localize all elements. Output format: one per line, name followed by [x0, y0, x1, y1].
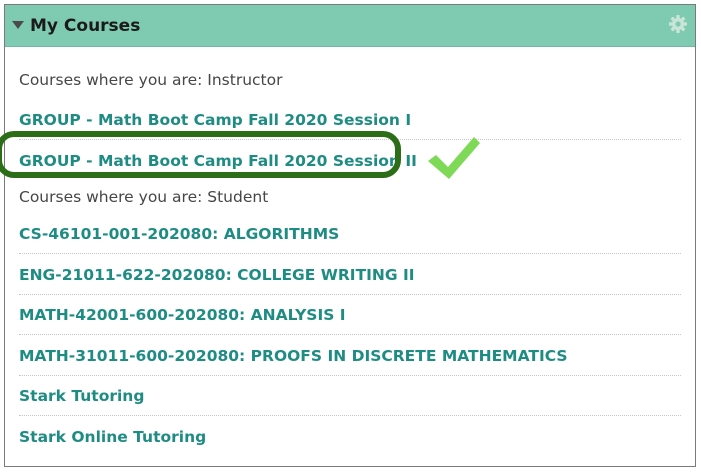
course-link[interactable]: Stark Online Tutoring — [19, 428, 206, 446]
gear-icon[interactable] — [668, 14, 688, 34]
course-link[interactable]: ENG-21011-622-202080: COLLEGE WRITING II — [19, 266, 415, 284]
student-section-label: Courses where you are: Student — [19, 188, 269, 206]
divider — [19, 415, 681, 416]
checkmark-icon — [428, 137, 480, 179]
course-link[interactable]: MATH-31011-600-202080: PROOFS IN DISCRET… — [19, 347, 568, 365]
triangle-down-icon[interactable] — [12, 21, 24, 29]
divider — [19, 253, 681, 254]
course-link[interactable]: CS-46101-001-202080: ALGORITHMS — [19, 225, 339, 243]
course-link[interactable]: GROUP - Math Boot Camp Fall 2020 Session… — [19, 111, 411, 129]
course-link[interactable]: GROUP - Math Boot Camp Fall 2020 Session… — [19, 152, 417, 170]
instructor-section-label: Courses where you are: Instructor — [19, 71, 283, 89]
divider — [19, 139, 681, 140]
my-courses-block: My Courses Courses where you are: Instru… — [4, 4, 696, 467]
block-title: My Courses — [30, 16, 141, 36]
divider — [19, 375, 681, 376]
divider — [19, 334, 681, 335]
course-link[interactable]: Stark Tutoring — [19, 387, 144, 405]
block-header[interactable]: My Courses — [5, 5, 695, 47]
course-link[interactable]: MATH-42001-600-202080: ANALYSIS I — [19, 306, 346, 324]
divider — [19, 294, 681, 295]
